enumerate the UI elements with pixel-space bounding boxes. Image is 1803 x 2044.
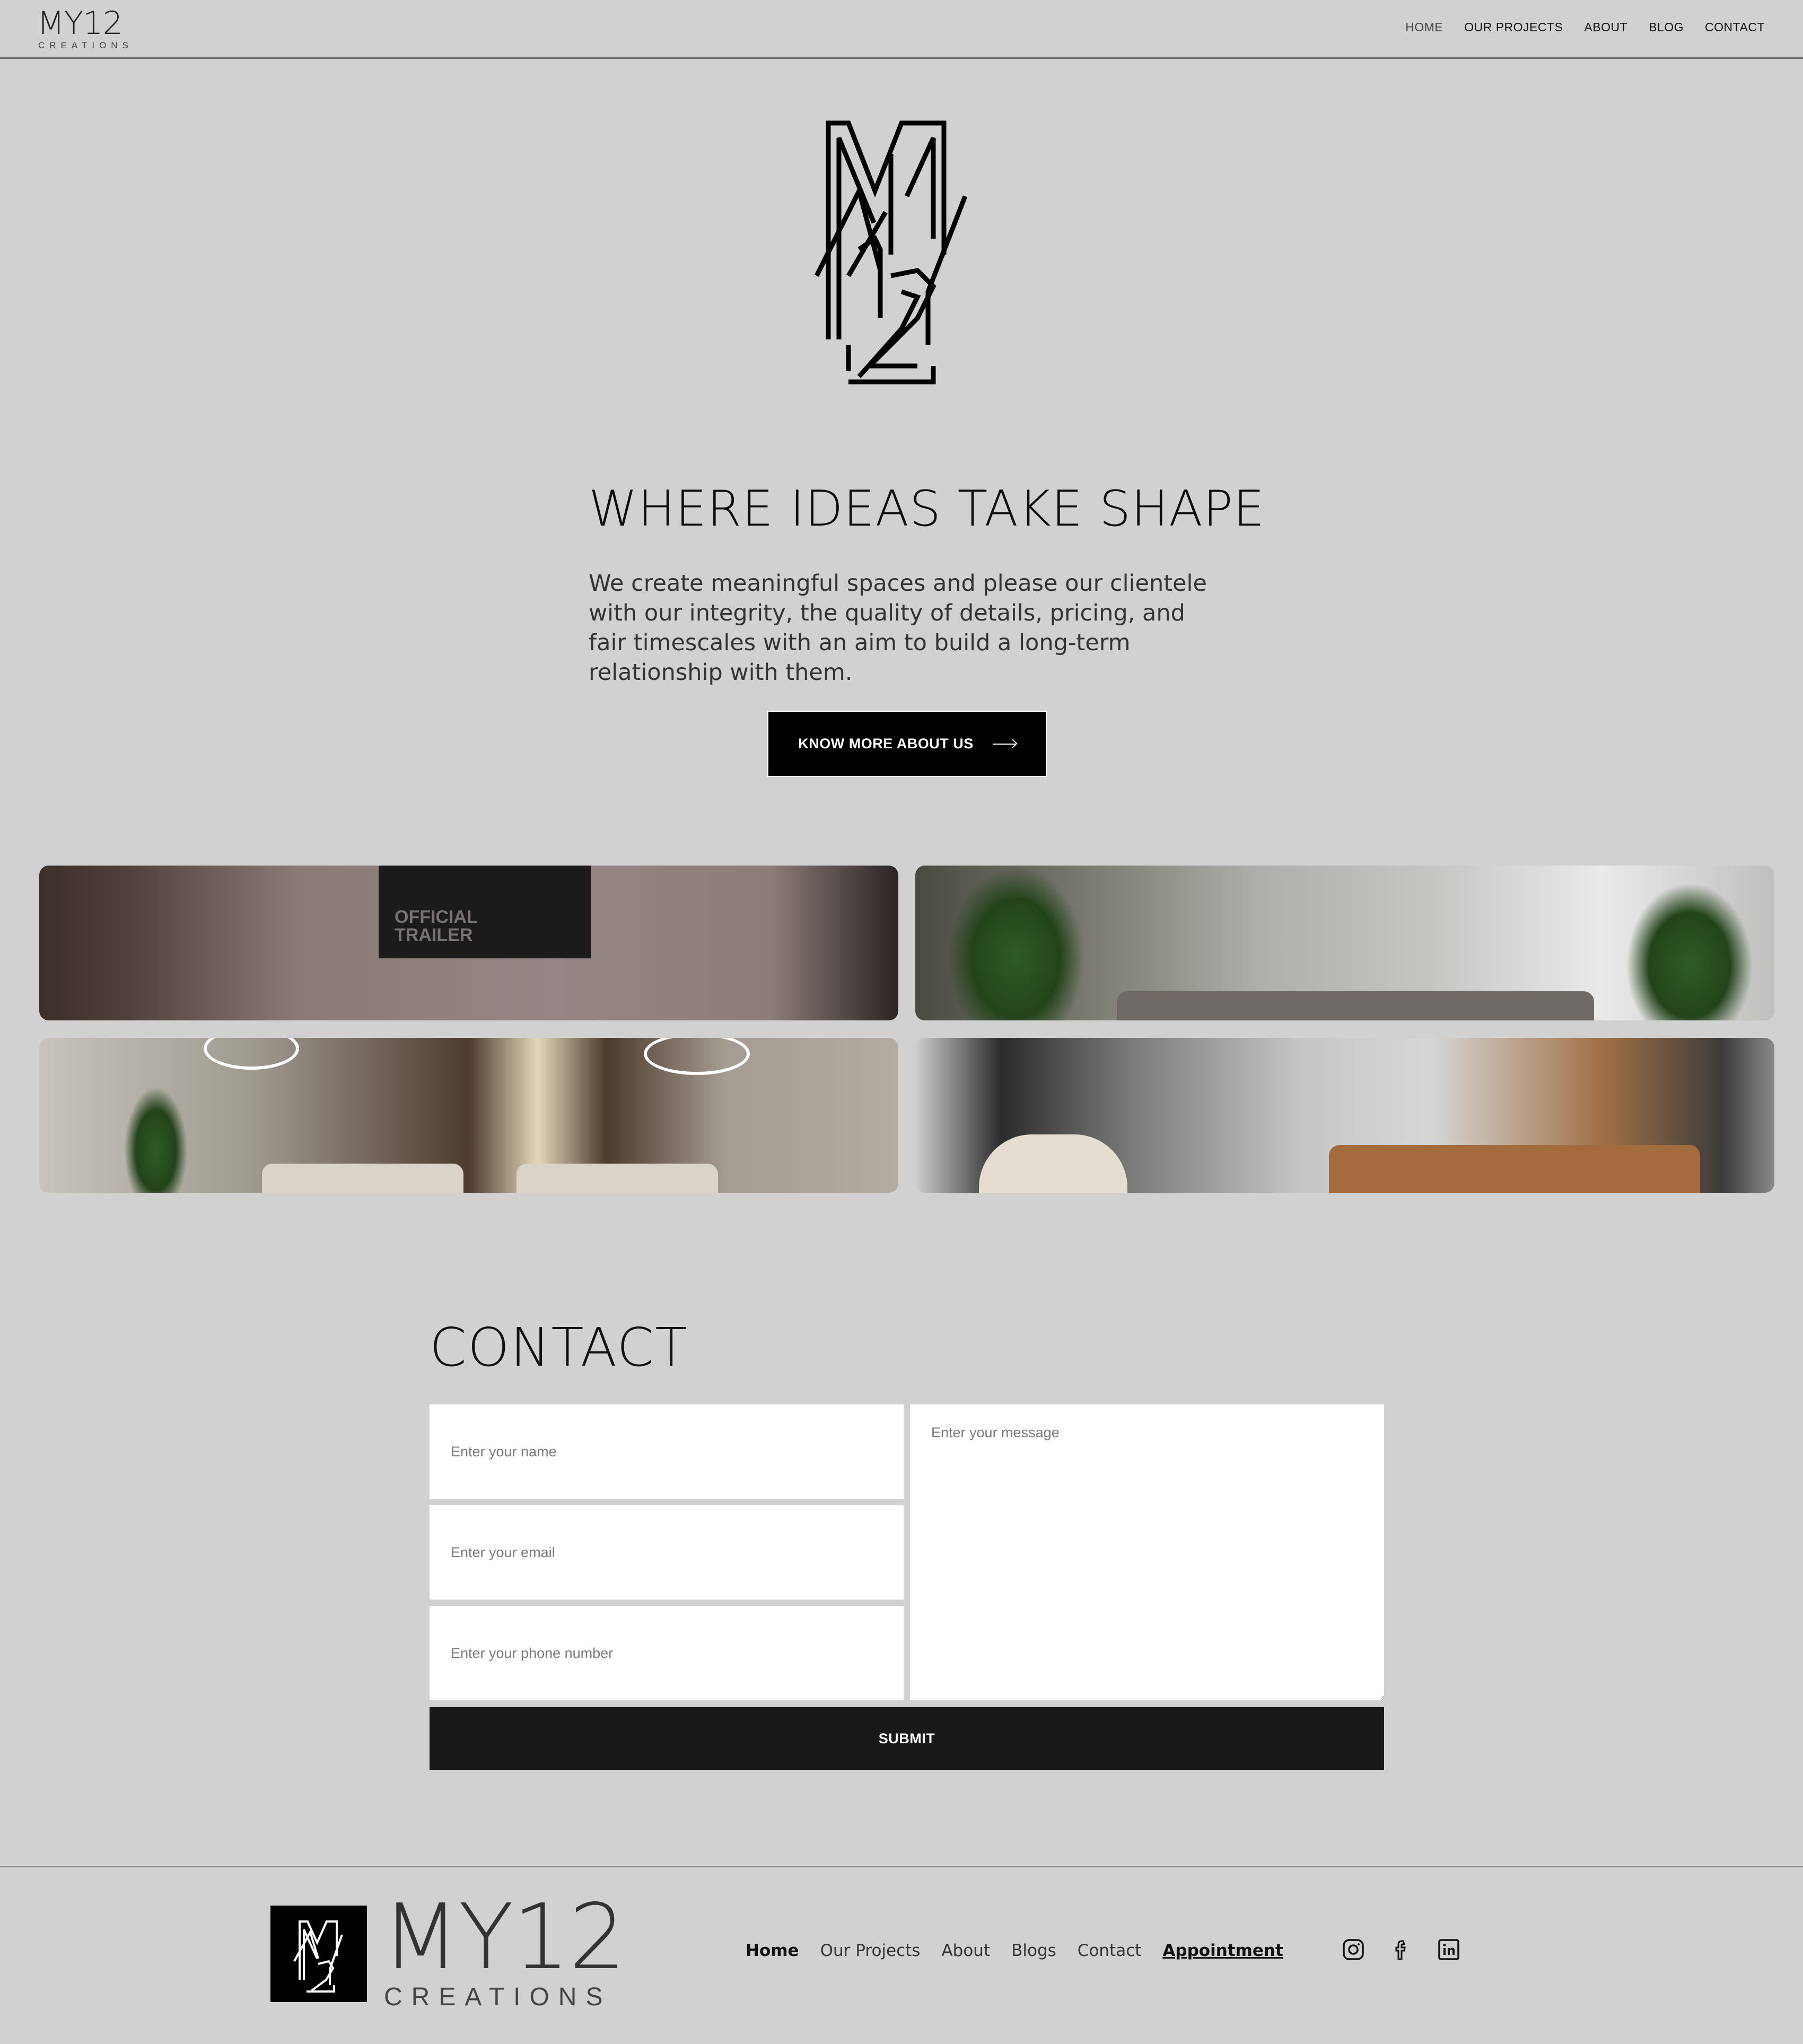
footer-nav: Home Our Projects About Blogs Contact Ap… <box>746 1941 1283 1960</box>
hero-description-line: with our integrity, the quality of detai… <box>589 600 1185 626</box>
contact-title: CONTACT <box>430 1316 689 1378</box>
email-field[interactable] <box>430 1505 904 1600</box>
header-logo[interactable]: MY12 CREATIONS <box>37 7 133 51</box>
project-image-staircase[interactable] <box>915 1038 1774 1193</box>
phone-field[interactable] <box>430 1606 904 1700</box>
footer-logo-text: MY12 <box>382 1885 626 1990</box>
site-header: MY12 CREATIONS HOME OUR PROJECTS ABOUT B… <box>0 0 1803 59</box>
arrow-right-icon <box>992 743 1016 745</box>
sofa-decoration <box>1117 991 1594 1020</box>
footer-nav-blogs[interactable]: Blogs <box>1011 1941 1056 1960</box>
sofa-decoration <box>1329 1145 1700 1193</box>
sofa-decoration <box>517 1164 718 1193</box>
nav-blog[interactable]: BLOG <box>1649 20 1684 34</box>
instagram-icon[interactable] <box>1342 1938 1365 1961</box>
nav-home[interactable]: HOME <box>1405 20 1443 34</box>
footer-divider <box>0 1866 1803 1867</box>
project-image-lobby[interactable] <box>39 1038 898 1193</box>
tv-poster-text: OFFICIAL TRAILER <box>395 907 478 945</box>
plant-decoration <box>947 866 1085 1020</box>
facebook-icon[interactable] <box>1389 1938 1413 1961</box>
submit-button[interactable]: SUBMIT <box>430 1707 1384 1770</box>
know-more-button[interactable]: KNOW MORE ABOUT US <box>767 711 1047 777</box>
footer-nav-appointment[interactable]: Appointment <box>1162 1941 1283 1960</box>
project-image-lounge[interactable] <box>915 866 1774 1020</box>
hero-description-line: fair timescales with an aim to build a l… <box>589 630 1131 656</box>
plant-decoration <box>1626 883 1753 1020</box>
social-links <box>1342 1938 1460 1961</box>
armchair-decoration <box>979 1134 1127 1193</box>
message-field[interactable] <box>910 1404 1384 1700</box>
nav-our-projects[interactable]: OUR PROJECTS <box>1464 20 1563 34</box>
nav-about[interactable]: ABOUT <box>1584 20 1627 34</box>
main-nav: HOME OUR PROJECTS ABOUT BLOG CONTACT <box>1405 20 1765 34</box>
footer-nav-contact[interactable]: Contact <box>1078 1941 1142 1960</box>
hero-description-line: relationship with them. <box>589 659 853 686</box>
header-logo-subtext: CREATIONS <box>38 40 133 50</box>
footer-nav-about[interactable]: About <box>941 1941 990 1960</box>
tv-screen: OFFICIAL TRAILER <box>379 866 591 958</box>
hero-monogram-logo <box>814 120 968 385</box>
chandelier-decoration <box>644 1038 750 1075</box>
footer-monogram-icon <box>293 1920 343 1993</box>
footer-nav-our-projects[interactable]: Our Projects <box>820 1941 921 1960</box>
project-image-living-room[interactable]: OFFICIAL TRAILER <box>39 866 898 1020</box>
footer-logo-subtext: CREATIONS <box>384 1983 612 2011</box>
chandelier-decoration <box>204 1038 299 1070</box>
name-field[interactable] <box>430 1404 904 1499</box>
sofa-decoration <box>262 1164 463 1193</box>
footer-logo-mark[interactable] <box>270 1906 367 2002</box>
know-more-label: KNOW MORE ABOUT US <box>798 736 974 752</box>
hero-description-line: We create meaningful spaces and please o… <box>589 570 1207 597</box>
hero-description: We create meaningful spaces and please o… <box>589 569 1225 687</box>
hero-title: WHERE IDEAS TAKE SHAPE <box>589 480 1265 537</box>
footer-nav-home[interactable]: Home <box>746 1941 799 1960</box>
nav-contact[interactable]: CONTACT <box>1705 20 1765 34</box>
header-logo-text: MY12 <box>37 5 123 42</box>
linkedin-icon[interactable] <box>1437 1938 1460 1961</box>
plant-decoration <box>124 1087 188 1193</box>
footer-logo-wordmark[interactable]: MY12 CREATIONS <box>382 1885 626 2012</box>
